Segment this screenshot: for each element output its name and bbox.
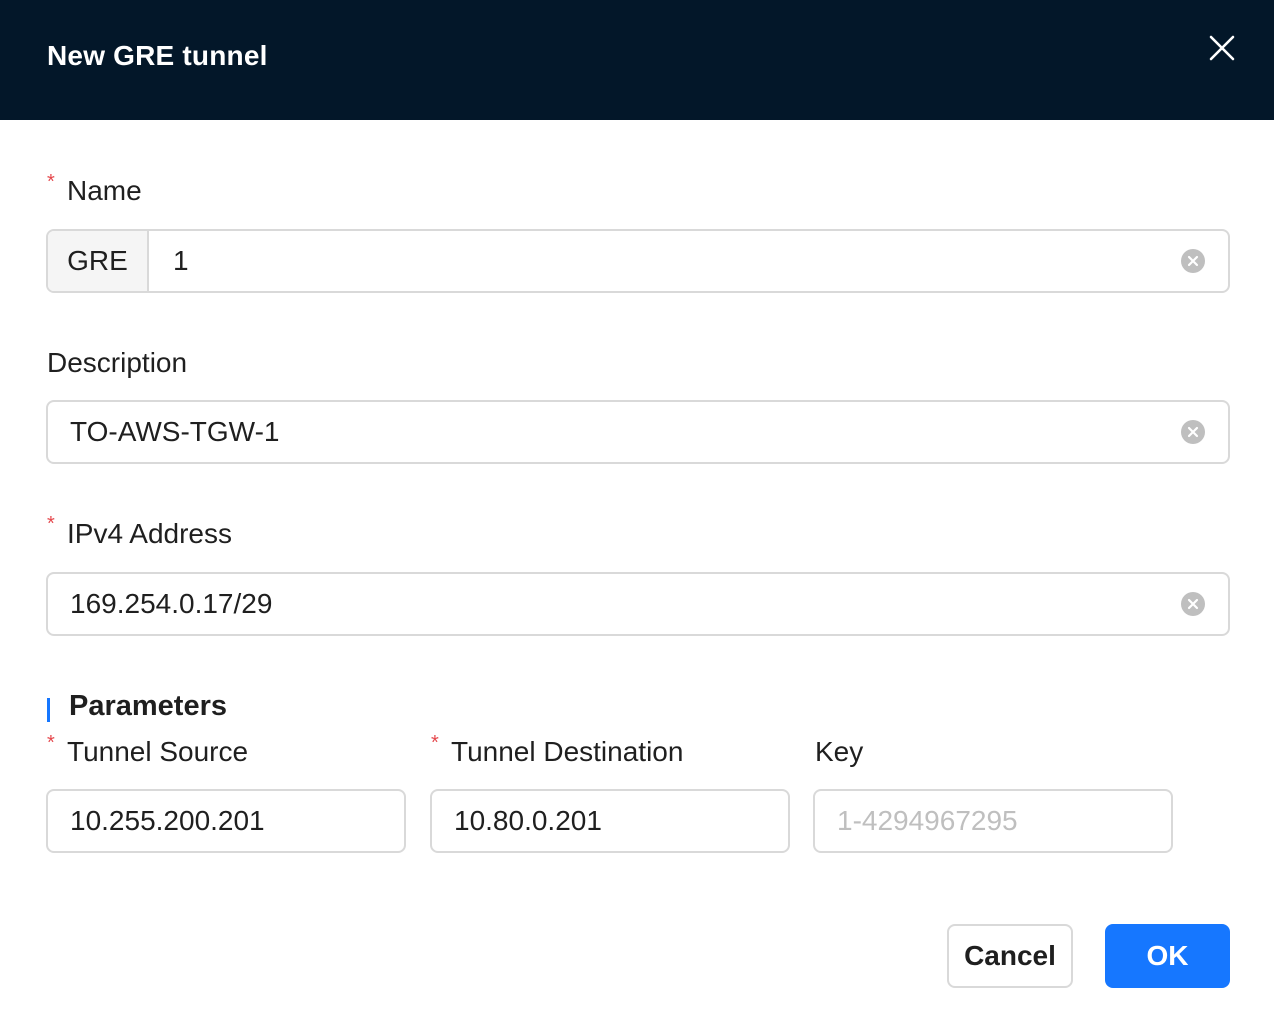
key-label: Key [815, 736, 864, 767]
clear-circle-icon[interactable] [1180, 419, 1206, 445]
cancel-button[interactable]: Cancel [947, 924, 1073, 988]
close-button[interactable] [1204, 30, 1240, 66]
clear-circle-icon[interactable] [1180, 248, 1206, 274]
name-prefix-addon: GRE [48, 231, 149, 291]
key-field [813, 789, 1198, 853]
parameters-section-title: Parameters [69, 690, 227, 722]
clear-circle-icon[interactable] [1180, 591, 1206, 617]
name-input[interactable] [149, 231, 1180, 291]
section-accent-bar [47, 698, 50, 722]
description-label: Description [47, 347, 188, 378]
description-field [46, 400, 1230, 464]
tunnel-source-input[interactable] [48, 791, 431, 851]
dialog-header: New GRE tunnel [0, 0, 1274, 120]
close-icon[interactable] [1204, 30, 1240, 66]
tunnel-destination-label: Tunnel Destination [451, 736, 684, 767]
name-label: Name [67, 175, 142, 206]
ipv4-input[interactable] [48, 574, 1180, 634]
tunnel-source-field [46, 789, 456, 853]
name-field: GRE [46, 229, 1230, 293]
dialog-title: New GRE tunnel [47, 40, 268, 71]
tunnel-destination-required-mark: * [431, 732, 439, 754]
ipv4-label: IPv4 Address [67, 518, 232, 549]
ipv4-required-mark: * [47, 513, 55, 535]
description-input[interactable] [48, 402, 1180, 462]
ok-button[interactable]: OK [1105, 924, 1230, 988]
tunnel-destination-input[interactable] [432, 791, 815, 851]
tunnel-destination-field [430, 789, 840, 853]
name-required-mark: * [47, 171, 55, 193]
key-input[interactable] [815, 791, 1198, 851]
tunnel-source-required-mark: * [47, 732, 55, 754]
tunnel-source-label: Tunnel Source [67, 736, 249, 767]
ipv4-field [46, 572, 1230, 636]
